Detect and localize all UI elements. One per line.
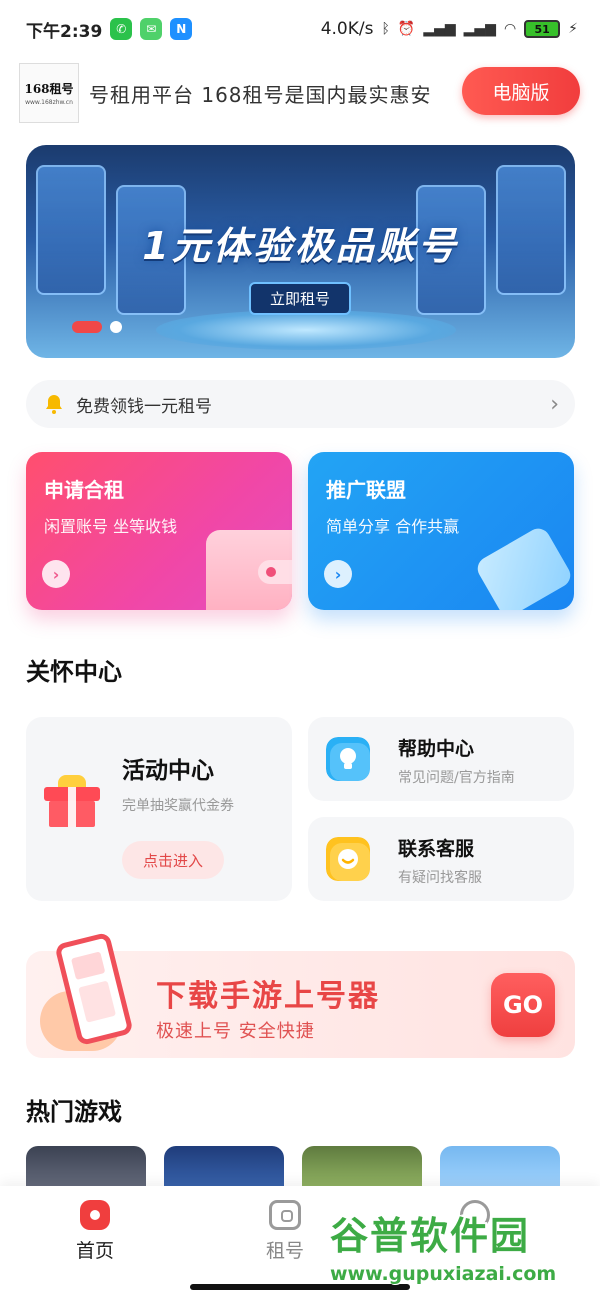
gift-icon [44, 775, 100, 827]
status-left: 下午2:39 ✆ ✉ N [26, 17, 193, 42]
wifi-icon: ◠ [503, 21, 517, 37]
logo-url: www.168zhw.cn [25, 99, 73, 106]
site-watermark: 谷普软件园 www.gupuxiazai.com [330, 1205, 600, 1300]
hot-games-title: 热门游戏 [26, 1098, 122, 1126]
status-time: 下午2:39 [26, 21, 103, 42]
arrow-right-icon[interactable]: › [42, 560, 70, 588]
download-title: 下载手游上号器 [156, 979, 380, 1014]
notice-text: 免费领钱一元租号 [76, 396, 212, 417]
handshake-icon [473, 524, 574, 610]
status-bar: 下午2:39 ✆ ✉ N 4.0K/s ᛒ ⏰ ▂▄▆ ▂▄▆ ◠ 51 ⚡ [0, 0, 600, 58]
tab-label: 首页 [75, 1240, 114, 1262]
hd-signal-icon-2: ▂▄▆ [463, 21, 496, 37]
wechat-icon: ✆ [110, 18, 133, 40]
site-logo[interactable]: 168租号 www.168zhw.cn [19, 63, 79, 123]
activity-title: 活动中心 [122, 758, 214, 784]
watermark-url: www.gupuxiazai.com [330, 1263, 557, 1285]
status-right: 4.0K/s ᛒ ⏰ ▂▄▆ ▂▄▆ ◠ 51 ⚡ [321, 19, 578, 39]
lightbulb-icon [326, 737, 370, 781]
bell-icon [46, 395, 62, 414]
customer-service-card[interactable]: 联系客服 有疑问找客服 [308, 817, 574, 901]
activity-center-card[interactable]: 活动中心 完单抽奖赢代金券 点击进入 [26, 717, 292, 901]
n-app-icon: N [170, 18, 193, 40]
carousel-dot[interactable] [110, 321, 122, 333]
carousel-dot-active[interactable] [72, 321, 102, 333]
smile-chat-icon [326, 837, 370, 881]
service-title: 联系客服 [398, 838, 475, 860]
banner-title: 1元体验极品账号 [142, 224, 459, 268]
announcement-marquee: 号租用平台 168租号是国内最实惠安 [89, 82, 432, 107]
rent-now-button[interactable]: 立即租号 [249, 282, 351, 315]
notice-bar[interactable]: 免费领钱一元租号 › [26, 380, 575, 428]
battery-level: 51 [534, 22, 550, 36]
card-title: 推广联盟 [326, 478, 406, 502]
app-header: 168租号 www.168zhw.cn 号租用平台 168租号是国内最实惠安 电… [0, 58, 600, 128]
card-subtitle: 简单分享 合作共赢 [326, 517, 460, 536]
pc-version-button[interactable]: 电脑版 [462, 67, 580, 115]
card-title: 申请合租 [44, 478, 124, 502]
help-center-card[interactable]: 帮助中心 常见问题/官方指南 [308, 717, 574, 801]
enter-activity-button[interactable]: 点击进入 [122, 841, 224, 879]
alarm-icon: ⏰ [397, 21, 416, 37]
banner-stage [156, 310, 456, 350]
service-subtitle: 有疑问找客服 [398, 870, 482, 886]
go-button[interactable]: GO [491, 973, 555, 1037]
download-subtitle: 极速上号 安全快捷 [156, 1021, 315, 1042]
logo-text: 168租号 [24, 82, 74, 96]
hd-signal-icon: ▂▄▆ [423, 21, 456, 37]
affiliate-card[interactable]: 推广联盟 简单分享 合作共赢 › [308, 452, 574, 610]
help-title: 帮助中心 [398, 738, 475, 760]
download-app-banner[interactable]: 下载手游上号器 极速上号 安全快捷 GO [26, 931, 575, 1058]
charging-icon: ⚡ [568, 21, 578, 37]
apply-share-card[interactable]: 申请合租 闲置账号 坐等收钱 › [26, 452, 292, 610]
activity-subtitle: 完单抽奖赢代金券 [122, 798, 234, 814]
network-speed: 4.0K/s [320, 19, 374, 39]
bluetooth-icon: ᛒ [381, 21, 390, 37]
carousel-dots[interactable] [72, 321, 122, 333]
wallet-icon [206, 530, 292, 610]
arrow-right-icon[interactable]: › [324, 560, 352, 588]
battery-indicator: 51 [524, 20, 561, 38]
watermark-text: 谷普软件园 [330, 1214, 531, 1258]
message-icon: ✉ [140, 18, 163, 40]
gamepad-icon [269, 1200, 301, 1230]
promo-banner[interactable]: 1元体验极品账号 立即租号 [26, 145, 575, 358]
tab-label: 租号 [265, 1240, 304, 1262]
tab-home[interactable]: 首页 [0, 1186, 190, 1300]
care-center-title: 关怀中心 [26, 658, 122, 686]
home-icon [80, 1200, 110, 1230]
help-subtitle: 常见问题/官方指南 [398, 770, 515, 786]
chevron-right-icon: › [550, 391, 559, 417]
